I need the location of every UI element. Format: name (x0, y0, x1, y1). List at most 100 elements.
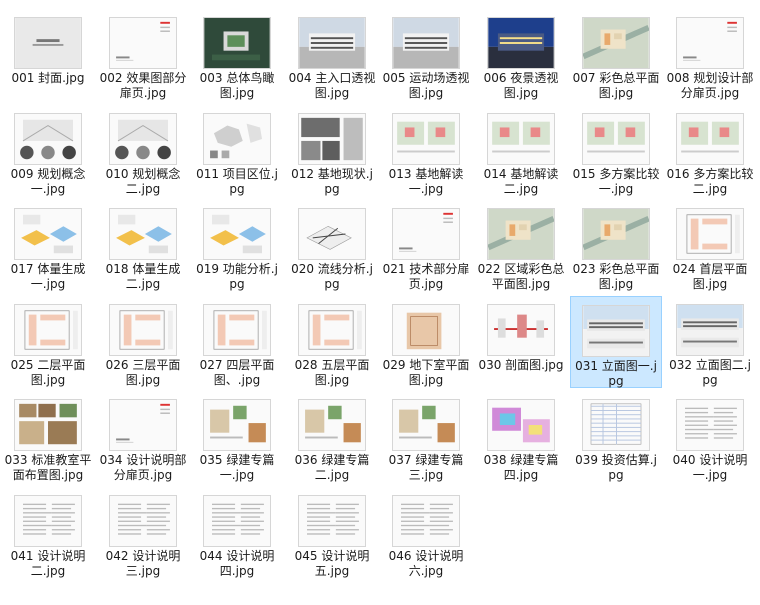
file-item[interactable]: 018 体量生成二.jpg (97, 200, 189, 292)
file-thumbnail[interactable] (14, 399, 82, 451)
file-thumbnail[interactable] (392, 495, 460, 547)
file-name[interactable]: 017 体量生成一.jpg (4, 262, 92, 292)
file-item[interactable]: 008 规划设计部分扉页.jpg (664, 9, 756, 101)
file-thumbnail[interactable] (203, 208, 271, 260)
file-item[interactable]: 038 绿建专篇四.jpg (475, 391, 567, 483)
file-item[interactable]: 022 区域彩色总平面图.jpg (475, 200, 567, 292)
file-thumbnail[interactable] (14, 304, 82, 356)
file-thumbnail[interactable] (109, 399, 177, 451)
file-thumbnail[interactable] (392, 304, 460, 356)
file-item[interactable]: 017 体量生成一.jpg (2, 200, 94, 292)
file-name[interactable]: 028 五层平面图.jpg (288, 358, 376, 388)
file-item[interactable]: 044 设计说明四.jpg (191, 487, 283, 579)
file-thumbnail[interactable] (582, 399, 650, 451)
file-thumbnail[interactable] (676, 399, 744, 451)
file-item[interactable]: 021 技术部分扉页.jpg (380, 200, 472, 292)
file-item[interactable]: 007 彩色总平面图.jpg (570, 9, 662, 101)
file-name[interactable]: 031 立面图一.jpg (573, 359, 659, 389)
file-item[interactable]: 037 绿建专篇三.jpg (380, 391, 472, 483)
file-name[interactable]: 023 彩色总平面图.jpg (572, 262, 660, 292)
file-name[interactable]: 038 绿建专篇四.jpg (477, 453, 565, 483)
file-item[interactable]: 028 五层平面图.jpg (286, 296, 378, 388)
file-name[interactable]: 021 技术部分扉页.jpg (382, 262, 470, 292)
file-name[interactable]: 008 规划设计部分扉页.jpg (666, 71, 754, 101)
file-name[interactable]: 030 剖面图.jpg (477, 358, 565, 373)
file-thumbnail[interactable] (203, 495, 271, 547)
file-name[interactable]: 019 功能分析.jpg (193, 262, 281, 292)
file-name[interactable]: 005 运动场透视图.jpg (382, 71, 470, 101)
file-thumbnail[interactable] (676, 208, 744, 260)
file-name[interactable]: 044 设计说明四.jpg (193, 549, 281, 579)
file-thumbnail[interactable] (203, 304, 271, 356)
file-name[interactable]: 036 绿建专篇二.jpg (288, 453, 376, 483)
file-thumbnail[interactable] (298, 495, 366, 547)
file-thumbnail[interactable] (298, 399, 366, 451)
file-thumbnail[interactable] (392, 399, 460, 451)
file-item[interactable]: 012 基地现状.jpg (286, 105, 378, 197)
file-item[interactable]: 026 三层平面图.jpg (97, 296, 189, 388)
file-name[interactable]: 003 总体鸟瞰图.jpg (193, 71, 281, 101)
file-name[interactable]: 033 标准教室平面布置图.jpg (4, 453, 92, 483)
file-name[interactable]: 016 多方案比较二.jpg (666, 167, 754, 197)
file-item[interactable]: 020 流线分析.jpg (286, 200, 378, 292)
file-name[interactable]: 002 效果图部分扉页.jpg (99, 71, 187, 101)
file-name[interactable]: 029 地下室平面图.jpg (382, 358, 470, 388)
file-item[interactable]: 032 立面图二.jpg (664, 296, 756, 388)
file-name[interactable]: 007 彩色总平面图.jpg (572, 71, 660, 101)
file-thumbnail[interactable] (487, 304, 555, 356)
file-thumbnail[interactable] (109, 208, 177, 260)
file-thumbnail[interactable] (203, 399, 271, 451)
file-thumbnail[interactable] (298, 17, 366, 69)
file-item[interactable]: 045 设计说明五.jpg (286, 487, 378, 579)
file-item[interactable]: 004 主入口透视图.jpg (286, 9, 378, 101)
file-name[interactable]: 034 设计说明部分扉页.jpg (99, 453, 187, 483)
file-item[interactable]: 002 效果图部分扉页.jpg (97, 9, 189, 101)
file-item[interactable]: 023 彩色总平面图.jpg (570, 200, 662, 292)
file-thumbnail[interactable] (14, 495, 82, 547)
file-name[interactable]: 009 规划概念一.jpg (4, 167, 92, 197)
file-item[interactable]: 010 规划概念二.jpg (97, 105, 189, 197)
file-item[interactable]: 019 功能分析.jpg (191, 200, 283, 292)
file-name[interactable]: 022 区域彩色总平面图.jpg (477, 262, 565, 292)
file-thumbnail[interactable] (582, 113, 650, 165)
file-thumbnail[interactable] (298, 113, 366, 165)
file-item[interactable]: 009 规划概念一.jpg (2, 105, 94, 197)
file-thumbnail[interactable] (109, 304, 177, 356)
file-name[interactable]: 011 项目区位.jpg (193, 167, 281, 197)
file-thumbnail[interactable] (109, 17, 177, 69)
file-name[interactable]: 010 规划概念二.jpg (99, 167, 187, 197)
file-thumbnail[interactable] (298, 208, 366, 260)
file-thumbnail[interactable] (392, 208, 460, 260)
file-item[interactable]: 040 设计说明一.jpg (664, 391, 756, 483)
file-thumbnail[interactable] (487, 17, 555, 69)
file-name[interactable]: 032 立面图二.jpg (666, 358, 754, 388)
file-name[interactable]: 045 设计说明五.jpg (288, 549, 376, 579)
file-thumbnail[interactable] (487, 399, 555, 451)
file-name[interactable]: 020 流线分析.jpg (288, 262, 376, 292)
file-thumbnail[interactable] (298, 304, 366, 356)
file-thumbnail[interactable] (676, 113, 744, 165)
file-thumbnail[interactable] (487, 113, 555, 165)
file-name[interactable]: 004 主入口透视图.jpg (288, 71, 376, 101)
file-name[interactable]: 001 封面.jpg (4, 71, 92, 86)
file-thumbnail[interactable] (109, 113, 177, 165)
file-item[interactable]: 027 四层平面图、.jpg (191, 296, 283, 388)
file-name[interactable]: 012 基地现状.jpg (288, 167, 376, 197)
file-item[interactable]: 042 设计说明三.jpg (97, 487, 189, 579)
file-name[interactable]: 015 多方案比较一.jpg (572, 167, 660, 197)
file-item[interactable]: 014 基地解读二.jpg (475, 105, 567, 197)
file-item[interactable]: 016 多方案比较二.jpg (664, 105, 756, 197)
file-name[interactable]: 014 基地解读二.jpg (477, 167, 565, 197)
file-name[interactable]: 046 设计说明六.jpg (382, 549, 470, 579)
file-item[interactable]: 015 多方案比较一.jpg (570, 105, 662, 197)
file-thumbnail[interactable] (582, 305, 650, 357)
file-item[interactable]: 001 封面.jpg (2, 9, 94, 101)
file-name[interactable]: 027 四层平面图、.jpg (193, 358, 281, 388)
file-item[interactable]: 025 二层平面图.jpg (2, 296, 94, 388)
file-thumbnail[interactable] (676, 304, 744, 356)
file-item[interactable]: 035 绿建专篇一.jpg (191, 391, 283, 483)
file-thumbnail[interactable] (109, 495, 177, 547)
file-name[interactable]: 040 设计说明一.jpg (666, 453, 754, 483)
file-item[interactable]: 003 总体鸟瞰图.jpg (191, 9, 283, 101)
file-thumbnail[interactable] (582, 208, 650, 260)
